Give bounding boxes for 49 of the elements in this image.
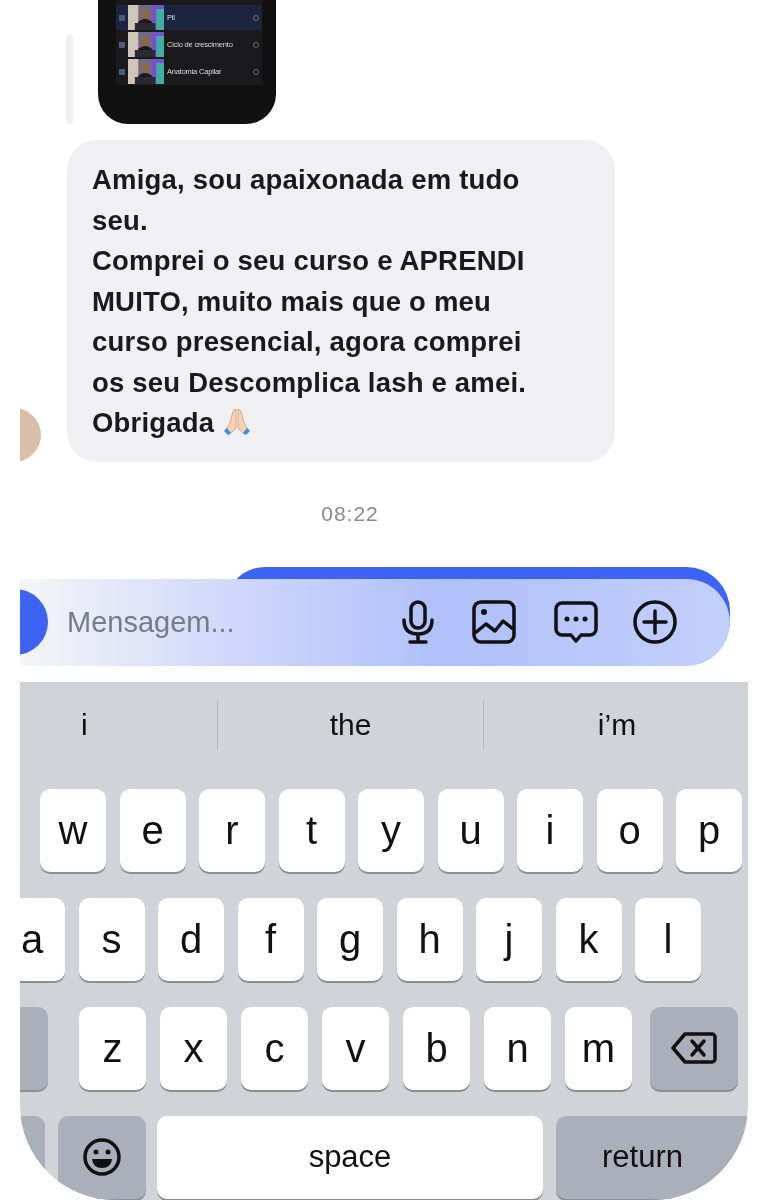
suggestion[interactable]: the	[329, 708, 372, 742]
letter-key[interactable]: m	[565, 1006, 632, 1090]
circle-icon	[253, 68, 259, 75]
suggestion[interactable]: i’m	[597, 708, 637, 742]
letter-key[interactable]: n	[484, 1006, 551, 1090]
message-text: Amiga, sou apaixonada em tudo seu.	[92, 164, 520, 236]
letter-key[interactable]: h	[396, 897, 463, 981]
letter-key[interactable]: v	[322, 1006, 389, 1090]
timestamp: 08:22	[320, 501, 380, 526]
letter-key[interactable]: k	[555, 897, 622, 981]
suggestion[interactable]: i	[81, 708, 88, 742]
letter-key[interactable]: f	[237, 897, 304, 981]
checkbox	[119, 68, 125, 75]
image-icon[interactable]	[471, 599, 517, 645]
letter-key[interactable]: i	[517, 788, 583, 872]
return-key[interactable]: return	[556, 1115, 748, 1199]
circle-icon	[253, 41, 259, 48]
checkbox	[119, 41, 125, 48]
delete-key[interactable]	[650, 1006, 738, 1090]
emoji-key[interactable]	[58, 1115, 146, 1199]
letter-key[interactable]: x	[160, 1006, 227, 1090]
letter-key[interactable]: l	[635, 897, 701, 981]
letter-key[interactable]: a	[20, 897, 65, 981]
praying-hands-icon	[222, 406, 253, 436]
letter-key[interactable]: g	[317, 897, 383, 981]
circle-icon	[253, 14, 259, 21]
letter-key[interactable]: u	[437, 788, 504, 872]
message-field[interactable]: Mensagem...	[67, 605, 387, 639]
letter-key[interactable]: b	[403, 1006, 470, 1090]
letter-key[interactable]: z	[79, 1006, 146, 1090]
letter-key[interactable]: j	[476, 897, 542, 981]
letter-key[interactable]: y	[358, 788, 424, 872]
checkbox	[119, 14, 125, 21]
letter-key[interactable]: p	[676, 788, 742, 872]
letter-key[interactable]: w	[40, 788, 106, 872]
letter-key[interactable]: s	[78, 897, 145, 981]
letter-key[interactable]: o	[596, 788, 663, 872]
letter-key[interactable]: e	[119, 788, 186, 872]
backspace-icon	[671, 1031, 717, 1065]
space-key[interactable]: space	[157, 1115, 543, 1199]
letter-key[interactable]: t	[278, 788, 345, 872]
letter-key[interactable]: c	[241, 1006, 308, 1090]
plus-circle-icon[interactable]	[632, 599, 678, 645]
chat-icon[interactable]	[553, 599, 599, 645]
message-text: Obrigada	[92, 406, 215, 440]
letter-key[interactable]: r	[199, 788, 265, 872]
message-text: Comprei o seu curso e APRENDI MUITO, muito mais que o meu curso presencial, agora comprei os seu Descomplica lash e amei.	[92, 245, 527, 398]
letter-key[interactable]: d	[158, 897, 224, 981]
smiley-icon	[82, 1137, 122, 1177]
